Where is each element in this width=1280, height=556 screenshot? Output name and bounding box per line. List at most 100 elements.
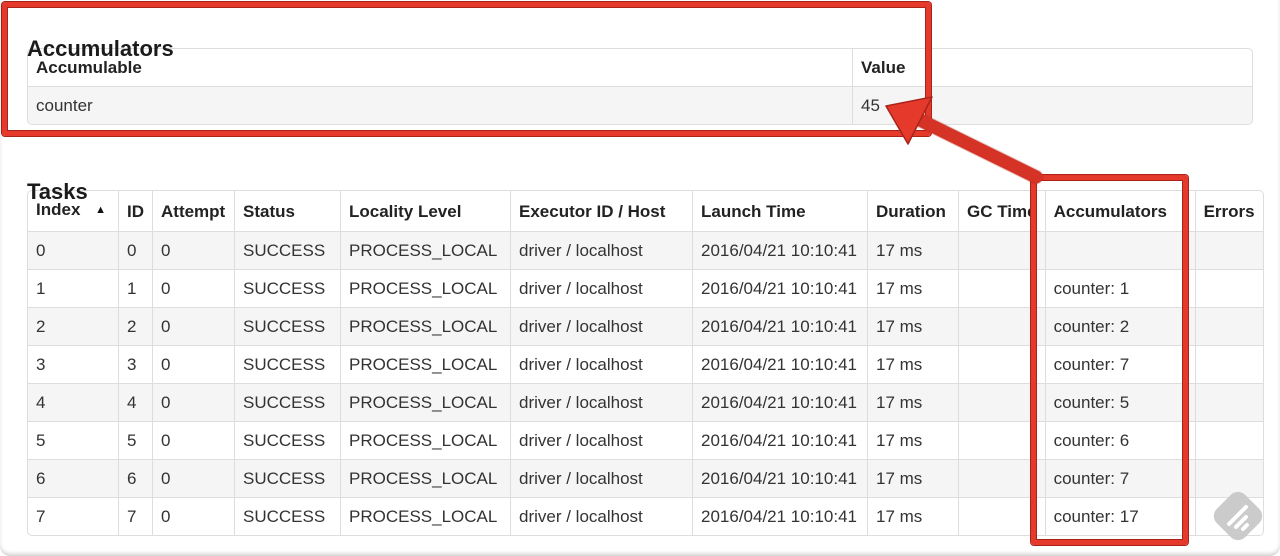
- task-cell-status: SUCCESS: [234, 383, 340, 421]
- accumulators-heading: Accumulators: [27, 36, 174, 62]
- task-cell-duration: 17 ms: [867, 231, 958, 269]
- task-cell-locality-level: PROCESS_LOCAL: [340, 307, 510, 345]
- task-cell-errors: [1194, 345, 1263, 383]
- task-cell-index: 2: [28, 307, 118, 345]
- task-cell-attempt: 0: [152, 307, 234, 345]
- task-row: 4 4 0 SUCCESS PROCESS_LOCAL driver / localhos…: [28, 383, 1263, 421]
- task-row: 1 1 0 SUCCESS PROCESS_LOCAL driver / localhos…: [28, 269, 1263, 307]
- task-cell-launch-time: 2016/04/21 10:10:41: [692, 345, 867, 383]
- task-cell-id: 4: [118, 383, 152, 421]
- task-cell-attempt: 0: [152, 383, 234, 421]
- task-cell-gc-time: [958, 497, 1045, 535]
- task-cell-attempt: 0: [152, 269, 234, 307]
- task-cell-id: 1: [118, 269, 152, 307]
- task-cell-locality-level: PROCESS_LOCAL: [340, 421, 510, 459]
- task-cell-errors: [1194, 459, 1263, 497]
- task-cell-gc-time: [958, 269, 1045, 307]
- task-cell-index: 3: [28, 345, 118, 383]
- task-cell-locality-level: PROCESS_LOCAL: [340, 231, 510, 269]
- task-row: 2 2 0 SUCCESS PROCESS_LOCAL driver / localhos…: [28, 307, 1263, 345]
- col-header-accumulators[interactable]: Accumulators: [1044, 191, 1195, 231]
- task-cell-locality-level: PROCESS_LOCAL: [340, 269, 510, 307]
- task-cell-index: 5: [28, 421, 118, 459]
- tasks-header-row: Index ▲ ID Attempt Status Locality Level…: [28, 191, 1263, 231]
- task-cell-gc-time: [958, 421, 1045, 459]
- task-cell-locality-level: PROCESS_LOCAL: [340, 383, 510, 421]
- task-cell-launch-time: 2016/04/21 10:10:41: [692, 231, 867, 269]
- task-cell-duration: 17 ms: [867, 459, 958, 497]
- task-row: 0 0 0 SUCCESS PROCESS_LOCAL driver / localhos…: [28, 231, 1263, 269]
- task-cell-executor-id-host: driver / localhost: [510, 383, 692, 421]
- task-cell-duration: 17 ms: [867, 269, 958, 307]
- task-cell-id: 2: [118, 307, 152, 345]
- task-cell-executor-id-host: driver / localhost: [510, 421, 692, 459]
- task-row: 5 5 0 SUCCESS PROCESS_LOCAL driver / localhos…: [28, 421, 1263, 459]
- task-cell-accumulators: [1044, 231, 1195, 269]
- task-cell-gc-time: [958, 383, 1045, 421]
- accumulable-value-cell: 45: [852, 86, 1252, 124]
- task-cell-duration: 17 ms: [867, 497, 958, 535]
- tasks-table-body: 0 0 0 SUCCESS PROCESS_LOCAL driver / localhos…: [28, 231, 1263, 535]
- task-cell-attempt: 0: [152, 231, 234, 269]
- task-cell-accumulators: counter: 7: [1044, 345, 1195, 383]
- col-header-id[interactable]: ID: [118, 191, 152, 231]
- task-cell-errors: [1194, 497, 1263, 535]
- tasks-table: Index ▲ ID Attempt Status Locality Level…: [27, 190, 1264, 536]
- task-cell-gc-time: [958, 345, 1045, 383]
- task-cell-index: 7: [28, 497, 118, 535]
- task-cell-launch-time: 2016/04/21 10:10:41: [692, 459, 867, 497]
- task-cell-index: 6: [28, 459, 118, 497]
- task-cell-launch-time: 2016/04/21 10:10:41: [692, 269, 867, 307]
- task-cell-duration: 17 ms: [867, 345, 958, 383]
- task-cell-accumulators: counter: 7: [1044, 459, 1195, 497]
- task-cell-status: SUCCESS: [234, 421, 340, 459]
- task-cell-accumulators: counter: 17: [1044, 497, 1195, 535]
- col-header-duration[interactable]: Duration: [867, 191, 958, 231]
- task-cell-launch-time: 2016/04/21 10:10:41: [692, 307, 867, 345]
- col-header-gc-time[interactable]: GC Time: [958, 191, 1045, 231]
- task-cell-errors: [1194, 307, 1263, 345]
- col-header-attempt[interactable]: Attempt: [152, 191, 234, 231]
- task-cell-index: 1: [28, 269, 118, 307]
- task-cell-status: SUCCESS: [234, 497, 340, 535]
- accumulators-header-row: Accumulable Value: [28, 49, 1252, 86]
- task-cell-duration: 17 ms: [867, 383, 958, 421]
- task-cell-executor-id-host: driver / localhost: [510, 307, 692, 345]
- col-header-executor-id-host[interactable]: Executor ID / Host: [510, 191, 692, 231]
- col-header-status[interactable]: Status: [234, 191, 340, 231]
- task-cell-executor-id-host: driver / localhost: [510, 497, 692, 535]
- task-cell-executor-id-host: driver / localhost: [510, 459, 692, 497]
- task-row: 6 6 0 SUCCESS PROCESS_LOCAL driver / localhos…: [28, 459, 1263, 497]
- task-cell-id: 0: [118, 231, 152, 269]
- task-cell-status: SUCCESS: [234, 307, 340, 345]
- task-cell-status: SUCCESS: [234, 231, 340, 269]
- task-row: 3 3 0 SUCCESS PROCESS_LOCAL driver / localhos…: [28, 345, 1263, 383]
- accumulable-name-cell: counter: [28, 86, 852, 124]
- col-header-launch-time[interactable]: Launch Time: [692, 191, 867, 231]
- task-cell-executor-id-host: driver / localhost: [510, 269, 692, 307]
- task-cell-locality-level: PROCESS_LOCAL: [340, 345, 510, 383]
- task-cell-gc-time: [958, 231, 1045, 269]
- col-header-errors[interactable]: Errors: [1194, 191, 1263, 231]
- col-header-locality-level[interactable]: Locality Level: [340, 191, 510, 231]
- task-cell-attempt: 0: [152, 459, 234, 497]
- task-cell-errors: [1194, 269, 1263, 307]
- task-row: 7 7 0 SUCCESS PROCESS_LOCAL driver / localhos…: [28, 497, 1263, 535]
- task-cell-errors: [1194, 421, 1263, 459]
- accumulator-row: counter 45: [28, 86, 1252, 124]
- tasks-heading: Tasks: [27, 179, 88, 205]
- task-cell-executor-id-host: driver / localhost: [510, 231, 692, 269]
- task-cell-gc-time: [958, 459, 1045, 497]
- task-cell-id: 5: [118, 421, 152, 459]
- task-cell-attempt: 0: [152, 345, 234, 383]
- task-cell-gc-time: [958, 307, 1045, 345]
- accumulators-table: Accumulable Value counter 45: [27, 48, 1253, 125]
- task-cell-launch-time: 2016/04/21 10:10:41: [692, 383, 867, 421]
- task-cell-status: SUCCESS: [234, 345, 340, 383]
- task-cell-errors: [1194, 231, 1263, 269]
- task-cell-accumulators: counter: 2: [1044, 307, 1195, 345]
- task-cell-id: 3: [118, 345, 152, 383]
- task-cell-id: 7: [118, 497, 152, 535]
- task-cell-locality-level: PROCESS_LOCAL: [340, 497, 510, 535]
- task-cell-index: 4: [28, 383, 118, 421]
